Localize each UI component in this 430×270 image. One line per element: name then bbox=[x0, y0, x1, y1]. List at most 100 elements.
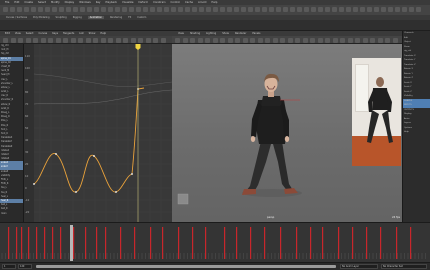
toolbar-button[interactable] bbox=[248, 6, 253, 12]
toolbar-button[interactable] bbox=[255, 6, 260, 12]
toolbar-button[interactable] bbox=[150, 6, 155, 12]
toolbar-button[interactable] bbox=[340, 37, 345, 43]
toolbar-button[interactable] bbox=[280, 37, 285, 43]
viewport-menu-item-0[interactable]: View bbox=[178, 32, 184, 35]
toolbar-button[interactable] bbox=[199, 6, 204, 12]
toolbar-button[interactable] bbox=[3, 6, 8, 12]
toolbar-button[interactable] bbox=[52, 6, 57, 12]
viewport-menu-item-5[interactable]: Panels bbox=[252, 32, 260, 35]
anim-layer-dropdown[interactable]: No Anim Layer bbox=[340, 264, 378, 269]
toolbar-button[interactable] bbox=[85, 37, 91, 43]
toolbar-button[interactable] bbox=[269, 6, 274, 12]
time-slider-ticks[interactable] bbox=[0, 223, 430, 262]
toolbar-button[interactable] bbox=[59, 6, 64, 12]
toolbar-button[interactable] bbox=[206, 6, 211, 12]
toolbar-button[interactable] bbox=[10, 37, 16, 43]
menu-item-3[interactable]: Select bbox=[38, 1, 46, 4]
toolbar-button[interactable] bbox=[145, 37, 151, 43]
toolbar-button[interactable] bbox=[175, 37, 180, 43]
toolbar-button[interactable] bbox=[93, 37, 98, 43]
toolbar-button[interactable] bbox=[234, 6, 239, 12]
graph-menu-item-0[interactable]: Edit bbox=[5, 32, 10, 35]
toolbar-button[interactable] bbox=[355, 37, 360, 43]
toolbar-button[interactable] bbox=[339, 6, 344, 12]
toolbar-button[interactable] bbox=[87, 6, 92, 12]
toolbar-button[interactable] bbox=[272, 37, 278, 43]
toolbar-button[interactable] bbox=[325, 6, 330, 12]
toolbar-button[interactable] bbox=[3, 37, 8, 43]
toolbar-button[interactable] bbox=[192, 6, 197, 12]
toolbar-button[interactable] bbox=[295, 37, 300, 43]
menu-item-13[interactable]: Cache bbox=[185, 1, 193, 4]
curve-graph[interactable]: 1101009080706050403020100-10-20 bbox=[24, 44, 172, 222]
toolbar-button[interactable] bbox=[24, 6, 29, 12]
menu-item-8[interactable]: Playback bbox=[105, 1, 117, 4]
toolbar-button[interactable] bbox=[416, 6, 421, 12]
toolbar-button[interactable] bbox=[227, 6, 232, 12]
toolbar-button[interactable] bbox=[409, 6, 414, 12]
toolbar-button[interactable] bbox=[367, 6, 372, 12]
toolbar-button[interactable] bbox=[138, 37, 143, 43]
toolbar-button[interactable] bbox=[197, 37, 203, 43]
toolbar-button[interactable] bbox=[332, 37, 338, 43]
toolbar-button[interactable] bbox=[302, 37, 308, 43]
shelf-tab-5[interactable]: Rendering bbox=[110, 16, 122, 19]
toolbar-button[interactable] bbox=[304, 6, 309, 12]
shelf-tab-0[interactable]: Curves / Surfaces bbox=[6, 16, 27, 19]
toolbar-button[interactable] bbox=[381, 6, 386, 12]
toolbar-button[interactable] bbox=[297, 6, 302, 12]
toolbar-button[interactable] bbox=[353, 6, 358, 12]
toolbar-button[interactable] bbox=[310, 37, 315, 43]
toolbar-button[interactable] bbox=[17, 6, 22, 12]
toolbar-button[interactable] bbox=[311, 6, 316, 12]
menu-item-11[interactable]: Constrain bbox=[153, 1, 165, 4]
shelf-tab-2[interactable]: Sculpting bbox=[56, 16, 67, 19]
toolbar-button[interactable] bbox=[70, 37, 76, 43]
menu-item-0[interactable]: File bbox=[5, 1, 9, 4]
graph-menu-item-5[interactable]: Tangents bbox=[63, 32, 74, 35]
time-slider[interactable] bbox=[0, 222, 430, 262]
toolbar-button[interactable] bbox=[182, 37, 188, 43]
toolbar-button[interactable] bbox=[143, 6, 148, 12]
toolbar-button[interactable] bbox=[283, 6, 288, 12]
toolbar-button[interactable] bbox=[317, 37, 323, 43]
toolbar-button[interactable] bbox=[136, 6, 141, 12]
menu-item-6[interactable]: Windows bbox=[79, 1, 91, 4]
menu-item-4[interactable]: Modify bbox=[51, 1, 60, 4]
toolbar-button[interactable] bbox=[185, 6, 190, 12]
toolbar-button[interactable] bbox=[290, 6, 295, 12]
viewport-menu-item-2[interactable]: Lighting bbox=[206, 32, 216, 35]
toolbar-button[interactable] bbox=[250, 37, 255, 43]
menu-item-14[interactable]: Arnold bbox=[198, 1, 206, 4]
toolbar-button[interactable] bbox=[276, 6, 281, 12]
outliner-item[interactable]: main bbox=[0, 212, 23, 216]
graph-menu-item-4[interactable]: Keys bbox=[52, 32, 58, 35]
toolbar-button[interactable] bbox=[346, 6, 351, 12]
toolbar-button[interactable] bbox=[227, 37, 233, 43]
toolbar-button[interactable] bbox=[205, 37, 210, 43]
toolbar-button[interactable] bbox=[157, 6, 162, 12]
menu-item-10[interactable]: Deform bbox=[138, 1, 148, 4]
menu-item-1[interactable]: Edit bbox=[14, 1, 19, 4]
toolbar-button[interactable] bbox=[377, 37, 383, 43]
toolbar-button[interactable] bbox=[78, 37, 83, 43]
toolbar-button[interactable] bbox=[38, 6, 43, 12]
toolbar-button[interactable] bbox=[318, 6, 323, 12]
toolbar-button[interactable] bbox=[395, 6, 400, 12]
toolbar-button[interactable] bbox=[153, 37, 158, 43]
range-start-field[interactable]: 1 bbox=[2, 264, 16, 269]
toolbar-button[interactable] bbox=[220, 6, 225, 12]
toolbar-button[interactable] bbox=[360, 6, 365, 12]
3d-viewport[interactable]: persp 24 fps bbox=[172, 44, 402, 222]
toolbar-button[interactable] bbox=[48, 37, 53, 43]
toolbar-button[interactable] bbox=[122, 6, 127, 12]
toolbar-button[interactable] bbox=[115, 6, 120, 12]
toolbar-button[interactable] bbox=[362, 37, 368, 43]
toolbar-button[interactable] bbox=[220, 37, 225, 43]
shelf-tab-3[interactable]: Rigging bbox=[73, 16, 82, 19]
toolbar-button[interactable] bbox=[130, 37, 136, 43]
toolbar-button[interactable] bbox=[10, 6, 15, 12]
toolbar-button[interactable] bbox=[262, 6, 267, 12]
toolbar-button[interactable] bbox=[388, 6, 393, 12]
toolbar-button[interactable] bbox=[392, 37, 398, 43]
